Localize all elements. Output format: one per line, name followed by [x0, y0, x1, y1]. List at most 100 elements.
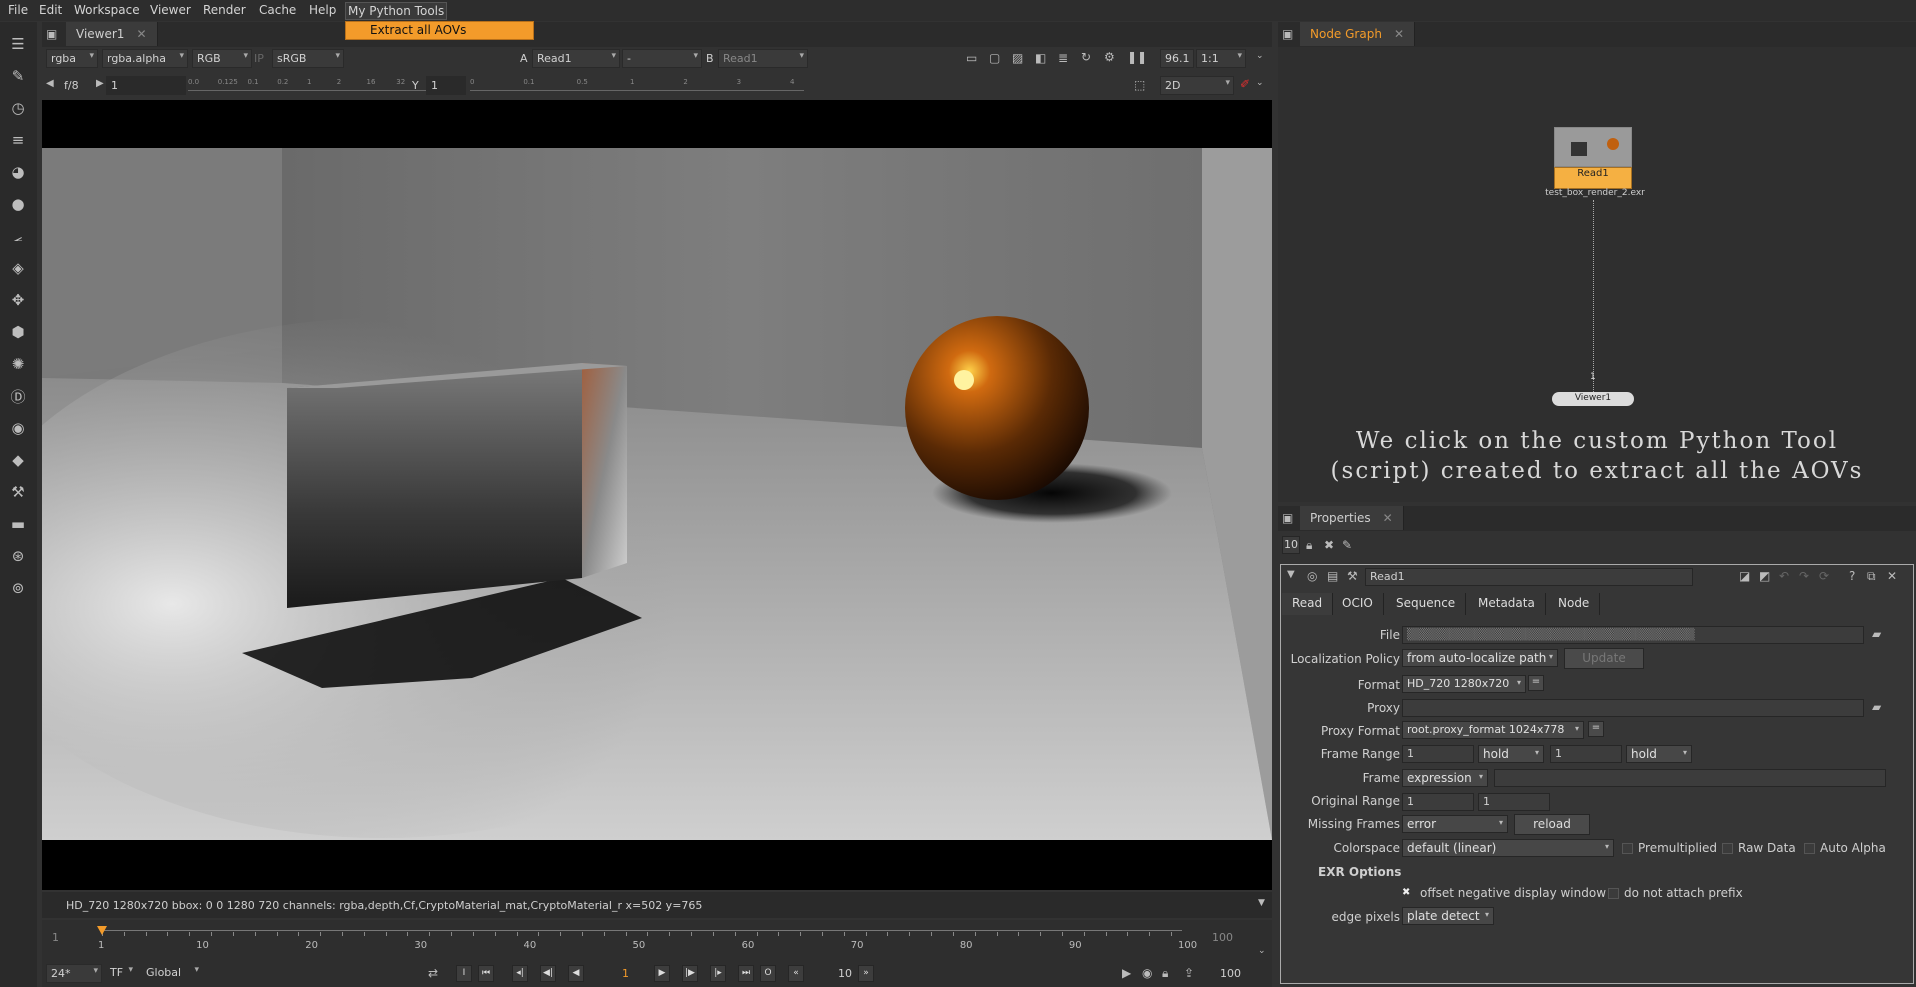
metadata-icon[interactable]: ◆: [6, 448, 30, 472]
channels-select[interactable]: rgba ▾: [46, 49, 98, 68]
raw-data-checkbox[interactable]: [1722, 843, 1733, 854]
undo-icon[interactable]: ↶: [1779, 569, 1789, 583]
node-color-icon[interactable]: ◎: [1307, 569, 1317, 583]
next-keyframe-button[interactable]: |▸: [710, 965, 726, 982]
frame-mode-select[interactable]: expression ▾: [1402, 769, 1488, 787]
display-select[interactable]: RGB ▾: [192, 49, 252, 68]
current-frame-field[interactable]: 1: [622, 967, 629, 980]
lut-select[interactable]: sRGB ▾: [272, 49, 344, 68]
toolsets-icon[interactable]: ⚒: [6, 480, 30, 504]
wipe-select[interactable]: - ▾: [622, 49, 702, 68]
other-icon[interactable]: ▬: [6, 512, 30, 536]
menu-edit[interactable]: Edit: [37, 2, 64, 18]
chevron-down-icon[interactable]: ⌄: [1256, 51, 1264, 61]
clock-icon[interactable]: ◷: [6, 96, 30, 120]
gamma-slider[interactable]: 0 0.1 0.5 1 2 3 4: [470, 78, 804, 91]
ip-toggle[interactable]: IP: [254, 52, 264, 65]
edit-icon[interactable]: ◪: [1739, 569, 1750, 583]
folder-icon[interactable]: ▰: [1872, 700, 1881, 714]
refresh-icon[interactable]: ↻: [1081, 50, 1091, 64]
zoom-field[interactable]: 96.1: [1160, 49, 1194, 68]
export-icon[interactable]: ⇪: [1184, 966, 1194, 980]
view-mode-select[interactable]: 2D ▾: [1160, 76, 1234, 95]
stripes-icon[interactable]: ▨: [1012, 51, 1023, 65]
settings-icon[interactable]: ⚙: [1104, 50, 1115, 64]
furnace-icon[interactable]: ⊛: [6, 544, 30, 568]
tab-read[interactable]: Read: [1282, 593, 1334, 615]
close-icon[interactable]: ✕: [1887, 569, 1897, 583]
frame-expression-field[interactable]: [1494, 769, 1886, 787]
pane-menu-icon[interactable]: ▣: [1282, 511, 1293, 525]
3d-box-icon[interactable]: ⬢: [6, 320, 30, 344]
timeline-track[interactable]: 1 10 20 30 40 50 60 70 80 90 100: [97, 920, 1242, 960]
folder-icon[interactable]: ▰: [1872, 627, 1881, 641]
file-field[interactable]: ▒▒▒▒▒▒▒▒▒▒▒▒▒▒▒▒▒▒▒▒▒▒▒▒▒▒▒▒▒▒▒▒▒▒: [1402, 626, 1864, 644]
frame-range-after-select[interactable]: hold ▾: [1626, 745, 1692, 763]
frame-range-before-select[interactable]: hold ▾: [1478, 745, 1544, 763]
original-range-end-field[interactable]: 1: [1478, 793, 1550, 811]
tab-node[interactable]: Node: [1548, 593, 1601, 615]
loop-icon[interactable]: ⇄: [428, 966, 438, 980]
node-graph-panel[interactable]: ▣ Node Graph ✕ Read1 test_box_render_2.ex…: [1278, 22, 1916, 502]
image-icon[interactable]: ☰: [6, 32, 30, 56]
proxy-format-edit-button[interactable]: =: [1588, 721, 1604, 737]
frame-range-start-field[interactable]: 1: [1402, 745, 1474, 763]
color-icon[interactable]: ◕: [6, 160, 30, 184]
wrench-icon[interactable]: ⚒: [1347, 569, 1358, 583]
collapse-icon[interactable]: ▼: [1287, 569, 1295, 580]
gain-field[interactable]: 1: [106, 76, 186, 95]
do-not-attach-checkbox[interactable]: [1608, 888, 1619, 899]
format-edit-button[interactable]: =: [1528, 675, 1544, 691]
tf-select[interactable]: TF ▾: [106, 964, 136, 983]
step-field[interactable]: 10: [838, 967, 852, 980]
flipbook-icon[interactable]: ▶: [1122, 966, 1131, 980]
localization-policy-select[interactable]: from auto-localize path ▾: [1402, 649, 1558, 667]
region-icon[interactable]: ⬚: [1134, 78, 1145, 92]
revert-icon[interactable]: ◩: [1759, 569, 1770, 583]
channel-icon[interactable]: ≡: [6, 128, 30, 152]
premultiplied-checkbox[interactable]: [1622, 843, 1633, 854]
timeline-end[interactable]: 100: [1208, 930, 1256, 948]
ocula-icon[interactable]: ⊚: [6, 576, 30, 600]
format-select[interactable]: HD_720 1280x720 ▾: [1402, 675, 1526, 693]
frame-range-end-field[interactable]: 1: [1550, 745, 1622, 763]
record-icon[interactable]: ◉: [1142, 966, 1152, 980]
pane-menu-icon[interactable]: ▣: [46, 27, 57, 41]
auto-alpha-checkbox[interactable]: [1804, 843, 1815, 854]
history-icon[interactable]: ⟳: [1819, 569, 1829, 583]
close-icon[interactable]: ✕: [1394, 27, 1404, 41]
prev-frame-button[interactable]: ◀|: [540, 965, 556, 982]
tab-sequence[interactable]: Sequence: [1386, 593, 1467, 615]
roi-icon[interactable]: ▭: [966, 51, 977, 65]
paint-brush-icon[interactable]: ✐: [1240, 77, 1250, 91]
menu-item-extract-all-aovs[interactable]: Extract all AOVs: [345, 21, 534, 40]
step-back-button[interactable]: «: [788, 965, 804, 982]
end-frame-field[interactable]: 100: [1220, 967, 1241, 980]
help-icon[interactable]: ?: [1849, 569, 1855, 583]
chevron-down-icon[interactable]: ⌄: [1256, 78, 1264, 88]
step-forward-button[interactable]: »: [858, 965, 874, 982]
tab-properties[interactable]: Properties ✕: [1300, 506, 1404, 530]
out-point-button[interactable]: O: [760, 965, 776, 982]
in-point-button[interactable]: I: [456, 965, 472, 982]
update-button[interactable]: Update: [1564, 648, 1644, 669]
offset-negative-checkbox[interactable]: ✖: [1402, 888, 1413, 899]
close-icon[interactable]: ✕: [1383, 511, 1393, 525]
edge-pixels-select[interactable]: plate detect ▾: [1402, 907, 1494, 925]
play-backward-button[interactable]: ◀: [568, 965, 584, 982]
play-forward-button[interactable]: ▶: [654, 965, 670, 982]
node-icon[interactable]: ▤: [1327, 569, 1338, 583]
lines-icon[interactable]: ≣: [1058, 51, 1068, 65]
gamma-field[interactable]: 1: [426, 76, 466, 95]
input-b-select[interactable]: Read1 ▾: [718, 49, 808, 68]
prev-keyframe-button[interactable]: ◂|: [512, 965, 528, 982]
tab-ocio[interactable]: OCIO: [1332, 593, 1384, 615]
menu-render[interactable]: Render: [201, 2, 248, 18]
menu-viewer[interactable]: Viewer: [148, 2, 193, 18]
chevron-down-icon[interactable]: ⌄: [1258, 946, 1266, 956]
filter-icon[interactable]: ⦟: [6, 224, 30, 248]
colorspace-select[interactable]: default (linear) ▾: [1402, 839, 1614, 857]
float-icon[interactable]: ⧉: [1867, 569, 1876, 584]
tab-node-graph[interactable]: Node Graph ✕: [1300, 22, 1416, 46]
timeline-start[interactable]: 1: [48, 930, 88, 948]
